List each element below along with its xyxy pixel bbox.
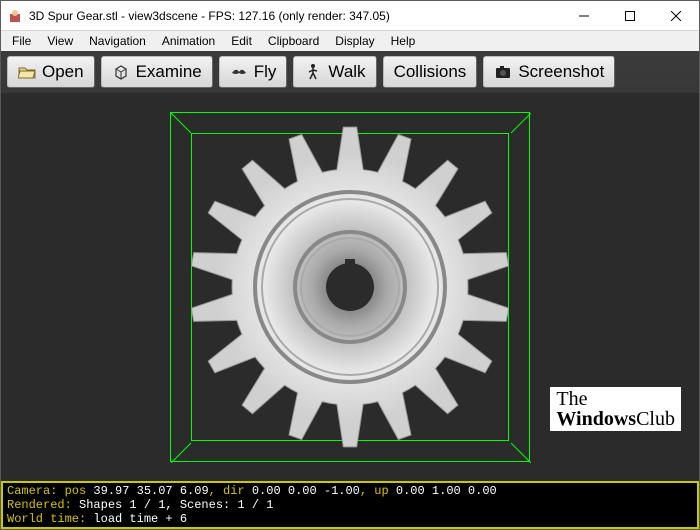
menu-display[interactable]: Display: [328, 32, 381, 50]
minimize-icon: [579, 11, 589, 21]
maximize-button[interactable]: [607, 1, 653, 30]
camera-dir: 0.00 0.00 -1.00: [252, 484, 360, 498]
fly-button[interactable]: Fly: [219, 56, 288, 88]
camera-up-label: , up: [360, 484, 396, 498]
watermark-logo: The WindowsClub: [550, 387, 681, 431]
title-bar: 3D Spur Gear.stl - view3dscene - FPS: 12…: [1, 1, 699, 31]
menu-file[interactable]: File: [5, 32, 38, 50]
camera-up: 0.00 1.00 0.00: [396, 484, 497, 498]
gear-model: [180, 117, 520, 457]
world-time-label: World time:: [7, 512, 86, 526]
camera-dir-label: , dir: [209, 484, 252, 498]
watermark-line2: WindowsClub: [556, 409, 675, 429]
menu-clipboard[interactable]: Clipboard: [261, 32, 326, 50]
menu-edit[interactable]: Edit: [224, 32, 259, 50]
menu-navigation[interactable]: Navigation: [82, 32, 153, 50]
folder-open-icon: [18, 63, 36, 81]
screenshot-label: Screenshot: [518, 62, 604, 82]
watermark-line1: The: [556, 389, 675, 409]
app-window: 3D Spur Gear.stl - view3dscene - FPS: 12…: [0, 0, 700, 530]
world-time-value: load time + 6: [86, 512, 187, 526]
open-label: Open: [42, 62, 84, 82]
window-title: 3D Spur Gear.stl - view3dscene - FPS: 12…: [29, 9, 561, 23]
rendered-label: Rendered:: [7, 498, 72, 512]
walk-label: Walk: [328, 62, 365, 82]
close-icon: [671, 11, 681, 21]
maximize-icon: [625, 11, 635, 21]
fly-label: Fly: [254, 62, 277, 82]
close-button[interactable]: [653, 1, 699, 30]
menu-bar: File View Navigation Animation Edit Clip…: [1, 31, 699, 51]
cube-icon: [112, 63, 130, 81]
camera-label: Camera: pos: [7, 484, 93, 498]
menu-view[interactable]: View: [40, 32, 80, 50]
walk-button[interactable]: Walk: [293, 56, 376, 88]
screenshot-button[interactable]: Screenshot: [483, 56, 615, 88]
menu-animation[interactable]: Animation: [155, 32, 222, 50]
collisions-button[interactable]: Collisions: [383, 56, 478, 88]
3d-viewport[interactable]: The WindowsClub: [1, 93, 699, 481]
examine-label: Examine: [136, 62, 202, 82]
app-icon: [7, 8, 23, 24]
camera-pos: 39.97 35.07 6.09: [93, 484, 208, 498]
person-walk-icon: [304, 63, 322, 81]
camera-icon: [494, 63, 512, 81]
rendered-value: Shapes 1 / 1, Scenes: 1 / 1: [72, 498, 274, 512]
minimize-button[interactable]: [561, 1, 607, 30]
examine-button[interactable]: Examine: [101, 56, 213, 88]
window-controls: [561, 1, 699, 30]
menu-help[interactable]: Help: [384, 32, 423, 50]
toolbar: Open Examine Fly Walk Collisions: [1, 51, 699, 93]
bird-icon: [230, 63, 248, 81]
open-button[interactable]: Open: [7, 56, 95, 88]
status-console: Camera: pos 39.97 35.07 6.09, dir 0.00 0…: [1, 481, 699, 529]
collisions-label: Collisions: [394, 62, 467, 82]
